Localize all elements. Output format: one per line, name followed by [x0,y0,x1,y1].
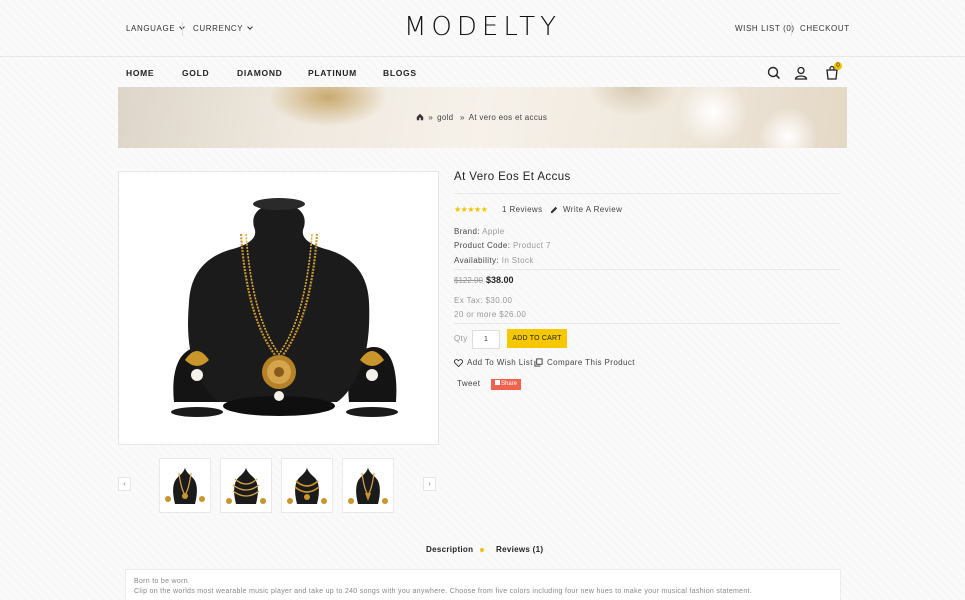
availability-value: In Stock [501,256,534,265]
description-panel: Born to be worn. Clip on the worlds most… [125,569,841,600]
wishlist-link[interactable]: WISH LIST (0) [735,24,795,33]
top-bar: LANGUAGE CURRENCY MODELTY WISH LIST (0) … [0,0,965,57]
tab-reviews[interactable]: Reviews (1) [496,545,543,554]
heart-icon [454,358,463,367]
thumbnail-image [348,467,388,504]
tab-separator [480,548,484,552]
share-icon [494,380,500,385]
availability-label: Availability: [454,256,500,265]
user-icon[interactable] [793,65,809,81]
product-main-image[interactable] [118,171,439,445]
product-code-value: Product 7 [512,241,551,250]
divider [791,22,792,36]
cart-count-badge: 0 [834,62,842,70]
chevron-right-icon[interactable]: › [423,477,436,491]
home-icon[interactable] [416,113,424,121]
qty-label: Qty [454,334,468,343]
search-icon[interactable] [766,65,782,81]
tab-description[interactable]: Description [426,545,473,554]
description-text: Clip on the worlds most wearable music p… [134,588,753,595]
share-label: Share [500,381,517,387]
tweet-button[interactable]: Tweet [457,379,480,388]
compare-label: Compare This Product [547,358,635,367]
share-button[interactable]: Share [491,379,521,390]
description-heading: Born to be worn. [134,578,191,585]
breadcrumb-separator: » [428,113,434,122]
breadcrumb-gold[interactable]: gold [437,113,453,122]
copy-icon [534,358,543,367]
discount-price: 20 or more $26.00 [454,310,527,319]
add-to-cart-button[interactable]: ADD TO CART [507,329,567,348]
quantity-input[interactable]: 1 [472,330,500,349]
thumbnail-image [165,467,205,504]
breadcrumb-separator: » [459,113,465,122]
old-price: $122.00 [454,276,483,285]
reviews-link[interactable]: 1 Reviews [502,205,543,214]
rating-stars: ★★★★★ [454,205,488,214]
add-to-wishlist-link[interactable]: Add To Wish List [454,358,533,367]
thumbnail-strip: ‹ › [118,458,439,514]
thumbnail[interactable] [342,458,394,513]
add-to-wishlist-label: Add To Wish List [467,358,533,367]
product-title: At Vero Eos Et Accus [454,171,571,183]
ex-tax: Ex Tax: $30.00 [454,296,513,305]
nav-platinum[interactable]: PLATINUM [308,68,357,78]
main-nav: HOME GOLD DIAMOND PLATINUM BLOGS [0,58,965,86]
divider [454,193,840,194]
brand-row: Brand: Apple [454,227,505,236]
page-banner: » gold » At vero eos et accus [118,87,847,148]
brand-value[interactable]: Apple [482,227,504,236]
nav-gold[interactable]: GOLD [182,68,209,78]
thumbnail-image [226,467,266,504]
pencil-icon [550,206,558,213]
thumbnail[interactable] [220,458,272,513]
product-code-label: Product Code: [454,241,511,250]
nav-home[interactable]: HOME [126,68,154,78]
thumbnail[interactable] [159,458,211,513]
product-tabs: Description Reviews (1) [0,545,965,559]
checkout-link[interactable]: CHECKOUT [800,24,850,33]
write-review-link[interactable]: Write A Review [550,205,622,214]
breadcrumb: » gold » At vero eos et accus [118,113,847,122]
nav-diamond[interactable]: DIAMOND [237,68,283,78]
divider [454,269,840,270]
thumbnail-image [287,467,327,504]
write-review-label: Write A Review [563,205,623,214]
price: $38.00 [486,275,514,285]
compare-link[interactable]: Compare This Product [534,358,635,367]
breadcrumb-current[interactable]: At vero eos et accus [469,113,547,122]
divider [454,323,840,324]
product-code-row: Product Code: Product 7 [454,241,551,250]
nav-blogs[interactable]: BLOGS [383,68,417,78]
availability-row: Availability: In Stock [454,256,534,265]
chevron-left-icon[interactable]: ‹ [118,477,131,491]
brand-label: Brand: [454,227,480,236]
necklace-image [171,198,398,417]
thumbnail[interactable] [281,458,333,513]
